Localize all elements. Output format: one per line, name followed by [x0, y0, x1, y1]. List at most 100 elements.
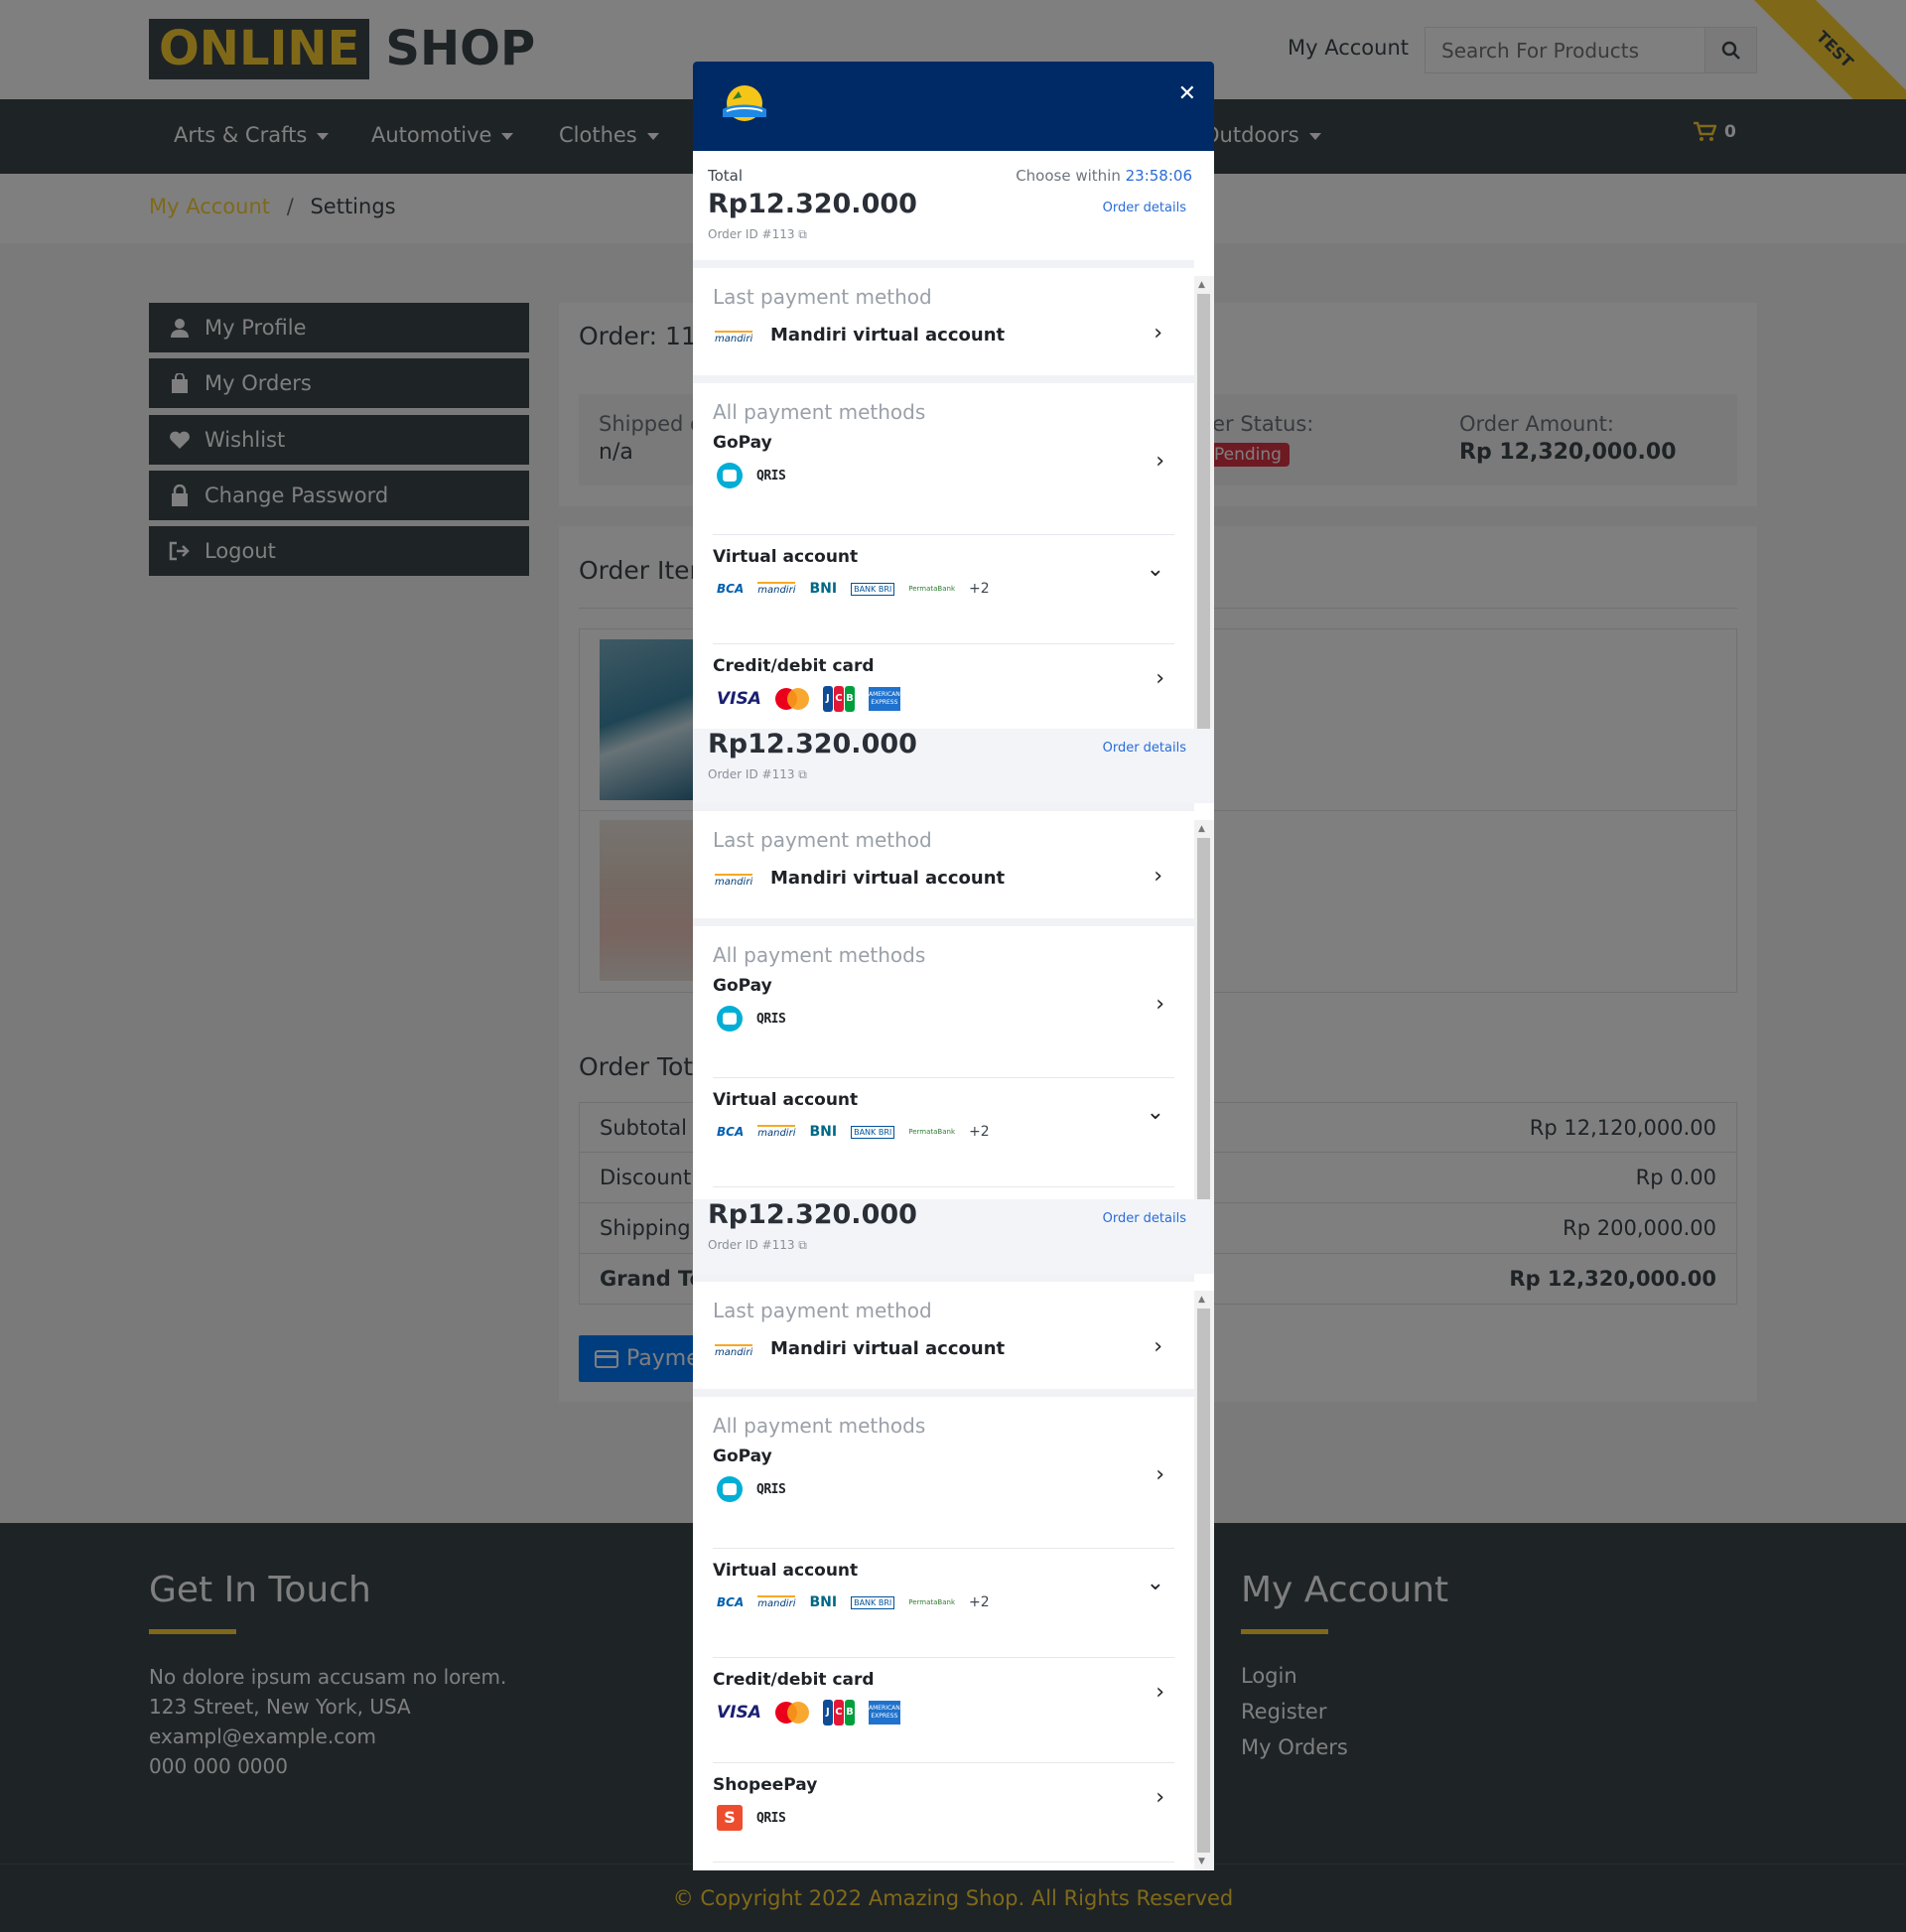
order-id-text: Order ID #113: [708, 1238, 795, 1252]
order-summary: Total Choose within 23:58:06 Rp12.320.00…: [693, 151, 1214, 260]
last-payment-mandiri[interactable]: mandiri Mandiri virtual account ›: [713, 313, 1174, 362]
bri-logo: BANK BRI: [851, 1125, 895, 1139]
chevron-right-icon: ›: [1154, 1334, 1162, 1359]
method-name: Virtual account: [713, 1090, 859, 1110]
chevron-right-icon: ›: [1156, 1785, 1164, 1810]
method-logos: BCA mandiri BNI BANK BRI PermataBank +2: [717, 581, 990, 597]
visa-logo: VISA: [717, 1703, 761, 1723]
scrollbar-thumb[interactable]: [1197, 838, 1210, 1199]
more-banks-count: +2: [969, 581, 990, 597]
method-logos: QRIS: [717, 463, 786, 488]
countdown: Choose within 23:58:06: [1016, 167, 1192, 185]
copy-icon[interactable]: ⧉: [798, 767, 807, 781]
method-logos: VISA JCB AMERICAN EXPRESS: [717, 686, 900, 712]
gopay-logo: [717, 1006, 743, 1032]
permata-logo: PermataBank: [908, 1128, 955, 1136]
mandiri-logo: mandiri: [757, 1595, 796, 1609]
last-payment-mandiri[interactable]: mandiri Mandiri virtual account ›: [713, 1326, 1174, 1376]
method-name: GoPay: [713, 976, 772, 996]
last-payment-section: Last payment method mandiri Mandiri virt…: [693, 268, 1194, 375]
method-gopay[interactable]: GoPay QRIS ›: [713, 976, 1174, 1078]
modal-header: ✕: [693, 62, 1214, 151]
order-id[interactable]: Order ID #113 ⧉: [708, 1238, 807, 1253]
copy-icon[interactable]: ⧉: [798, 1238, 807, 1252]
method-name: ShopeePay: [713, 1775, 818, 1795]
method-virtual-account[interactable]: Virtual account BCA mandiri BNI BANK BRI…: [713, 1090, 1174, 1187]
order-id-text: Order ID #113: [708, 227, 795, 241]
total-amount: Rp12.320.000: [708, 189, 917, 219]
order-details-link[interactable]: Order details: [1103, 1211, 1186, 1226]
method-name: Credit/debit card: [713, 1670, 875, 1690]
method-shopeepay[interactable]: ShopeePay S QRIS ›: [713, 1775, 1174, 1863]
mandiri-logo: mandiri: [757, 582, 796, 596]
merchant-logo-icon: [723, 85, 766, 121]
chevron-right-icon: ›: [1156, 1462, 1164, 1487]
method-virtual-account[interactable]: Virtual account BCA mandiri BNI BANK BRI…: [713, 1561, 1174, 1658]
last-payment-name: Mandiri virtual account: [770, 868, 1006, 889]
section-gap: [693, 375, 1194, 383]
section-gap: [693, 1274, 1194, 1282]
chevron-right-icon: ›: [1156, 992, 1164, 1017]
gopay-logo: [717, 1476, 743, 1502]
qris-logo: QRIS: [756, 1810, 786, 1826]
more-banks-count: +2: [969, 1124, 990, 1140]
method-name: Virtual account: [713, 547, 859, 567]
visa-logo: VISA: [717, 689, 761, 709]
method-logos: QRIS: [717, 1476, 786, 1502]
countdown-timer: 23:58:06: [1125, 167, 1192, 185]
chevron-right-icon: ›: [1156, 666, 1164, 691]
method-name: Virtual account: [713, 1561, 859, 1581]
bni-logo: BNI: [809, 1594, 838, 1610]
order-id[interactable]: Order ID #113 ⧉: [708, 767, 807, 782]
last-payment-section: Last payment method mandiri Mandiri virt…: [693, 811, 1194, 918]
last-payment-name: Mandiri virtual account: [770, 1338, 1006, 1359]
copy-icon[interactable]: ⧉: [798, 227, 807, 241]
order-details-link[interactable]: Order details: [1103, 741, 1186, 756]
qris-logo: QRIS: [756, 468, 786, 483]
scroll-up-arrow[interactable]: ▲: [1198, 280, 1205, 290]
method-virtual-account[interactable]: Virtual account BCA mandiri BNI BANK BRI…: [713, 547, 1174, 644]
scrollbar-thumb[interactable]: [1197, 1309, 1210, 1853]
method-name: GoPay: [713, 1447, 772, 1466]
all-methods-title: All payment methods: [713, 943, 926, 967]
mastercard-logo: [774, 688, 809, 710]
amex-logo: AMERICAN EXPRESS: [868, 687, 900, 711]
permata-logo: PermataBank: [908, 585, 955, 593]
bca-logo: BCA: [717, 1125, 745, 1139]
scrollbar-thumb[interactable]: [1197, 294, 1210, 729]
bni-logo: BNI: [809, 1124, 838, 1140]
method-credit-card[interactable]: Credit/debit card VISA JCB AMERICAN EXPR…: [713, 1670, 1174, 1763]
all-methods-title: All payment methods: [713, 400, 926, 424]
gopay-logo: [717, 463, 743, 488]
all-methods-title: All payment methods: [713, 1414, 926, 1438]
bca-logo: BCA: [717, 582, 745, 596]
method-name: Credit/debit card: [713, 656, 875, 676]
method-gopay[interactable]: GoPay QRIS ›: [713, 433, 1174, 535]
last-payment-section: Last payment method mandiri Mandiri virt…: [693, 1282, 1194, 1389]
chevron-right-icon: ›: [1156, 1680, 1164, 1705]
more-banks-count: +2: [969, 1594, 990, 1610]
scroll-down-arrow[interactable]: ▼: [1198, 1857, 1205, 1866]
jcb-logo: JCB: [822, 686, 855, 712]
close-icon[interactable]: ✕: [1178, 81, 1196, 106]
chevron-right-icon: ›: [1156, 449, 1164, 474]
total-amount: Rp12.320.000: [708, 1199, 917, 1230]
method-gopay[interactable]: GoPay QRIS ›: [713, 1447, 1174, 1549]
scroll-up-arrow[interactable]: ▲: [1198, 824, 1205, 834]
mandiri-logo: mandiri: [715, 874, 753, 888]
bca-logo: BCA: [717, 1595, 745, 1609]
order-id-text: Order ID #113: [708, 767, 795, 781]
order-id[interactable]: Order ID #113 ⧉: [708, 227, 807, 242]
mandiri-logo: mandiri: [715, 1344, 753, 1358]
order-details-link[interactable]: Order details: [1103, 201, 1186, 215]
all-methods-section: All payment methods GoPay QRIS › Virtual…: [693, 1397, 1194, 1870]
last-payment-title: Last payment method: [713, 1299, 932, 1322]
scroll-up-arrow[interactable]: ▲: [1198, 1295, 1205, 1305]
mandiri-logo: mandiri: [757, 1125, 796, 1139]
jcb-logo: JCB: [822, 1700, 855, 1725]
chevron-down-icon: ⌄: [1146, 1100, 1164, 1125]
method-logos: VISA JCB AMERICAN EXPRESS: [717, 1700, 900, 1725]
method-logos: BCA mandiri BNI BANK BRI PermataBank +2: [717, 1124, 990, 1140]
last-payment-mandiri[interactable]: mandiri Mandiri virtual account ›: [713, 856, 1174, 905]
method-logos: S QRIS: [717, 1805, 786, 1831]
